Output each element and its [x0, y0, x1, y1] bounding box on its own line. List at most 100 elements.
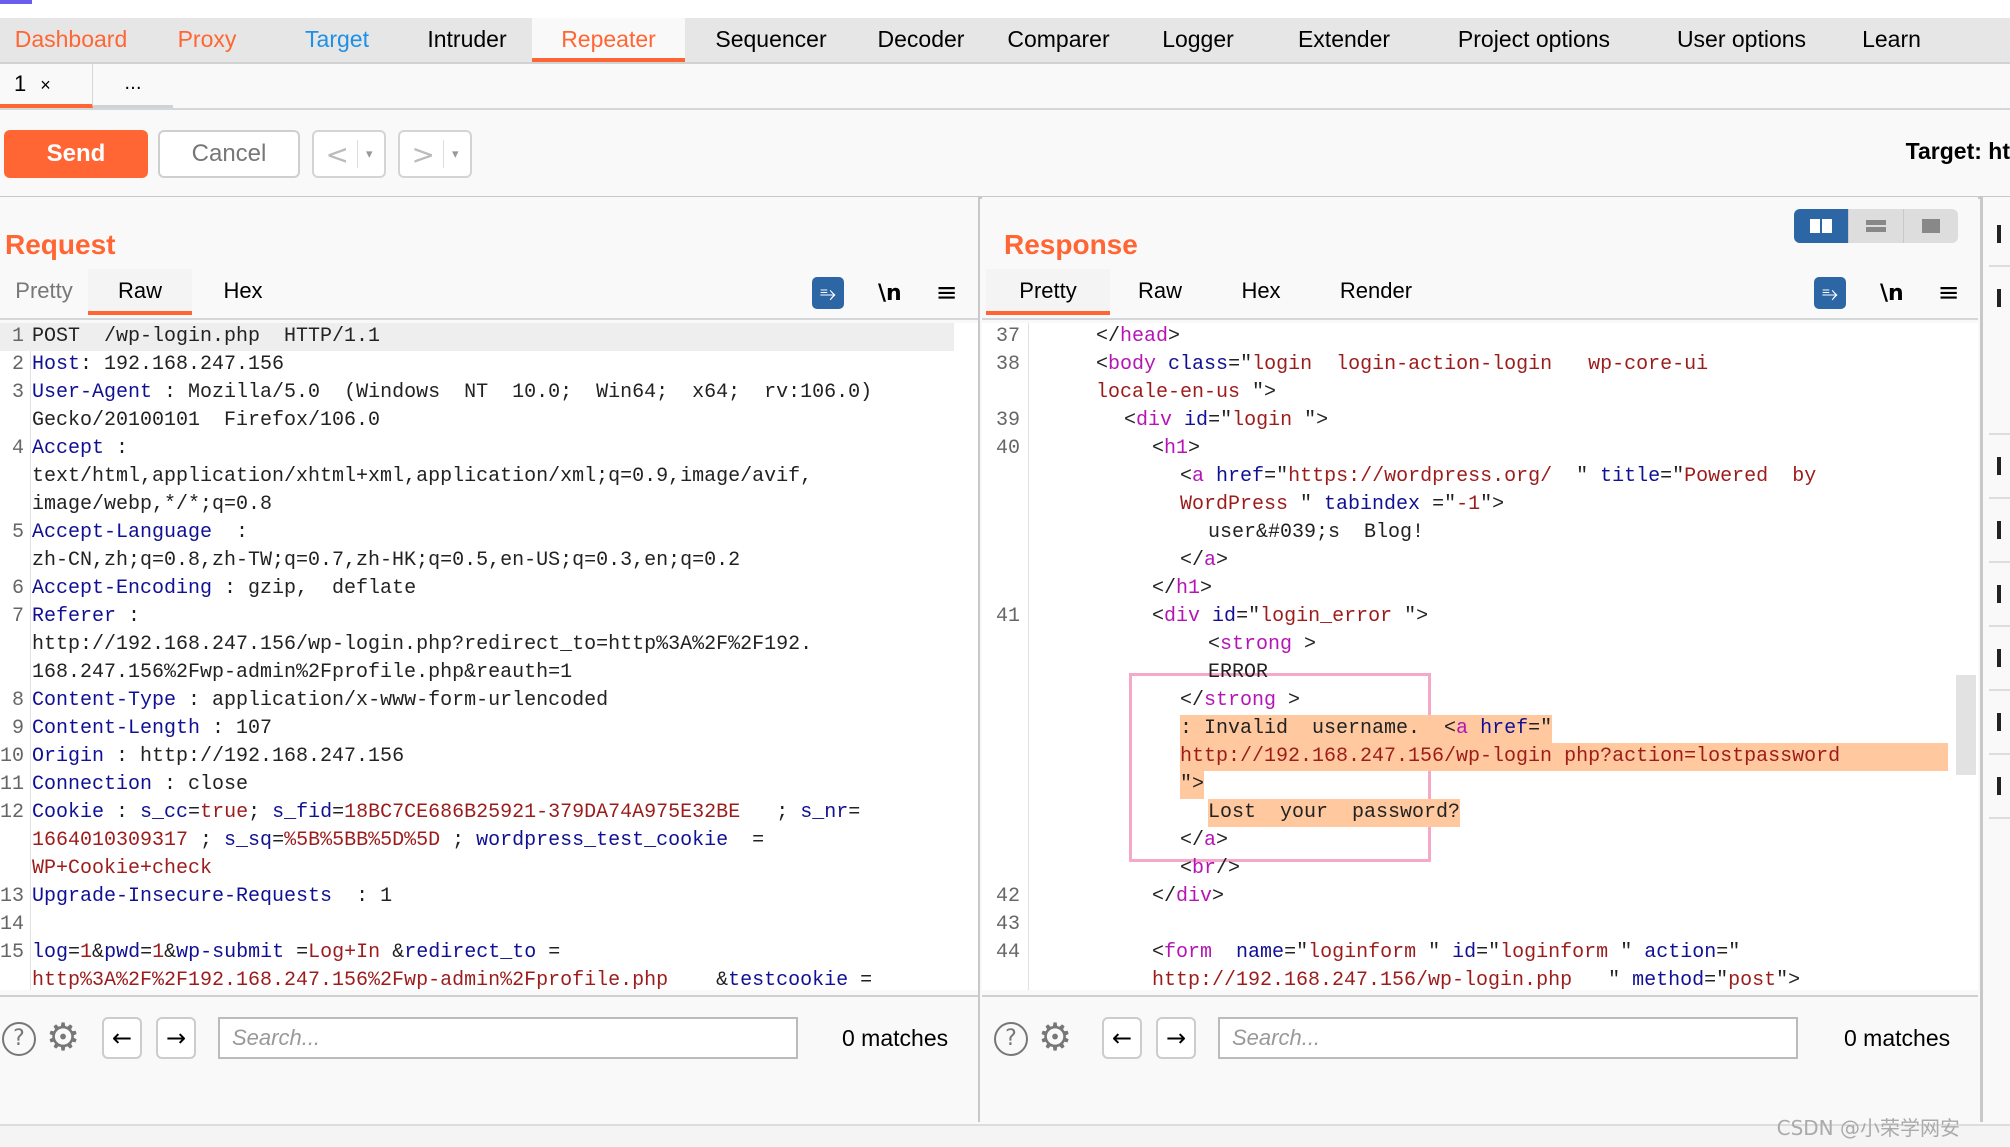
code-text: Referer :	[32, 603, 140, 631]
code-token: id	[1452, 941, 1477, 964]
response-view-tabs: Pretty Raw Hex Render	[986, 269, 1440, 315]
help-icon[interactable]: ?	[994, 1022, 1028, 1056]
menu-icon[interactable]: ≡	[1938, 278, 1960, 308]
target-label[interactable]: Target: ht	[1906, 138, 2010, 165]
gear-icon[interactable]: ⚙	[1038, 1017, 1072, 1057]
tab-user-options[interactable]: User options	[1644, 18, 1839, 62]
search-previous-button[interactable]: ←	[1102, 1017, 1142, 1059]
gear-icon[interactable]: ⚙	[46, 1017, 80, 1057]
tab-learn[interactable]: Learn	[1839, 18, 1944, 62]
arrow-right-icon: →	[1165, 1024, 1187, 1052]
search-next-button[interactable]: →	[1156, 1017, 1196, 1059]
tab-project-options[interactable]: Project options	[1424, 18, 1644, 62]
new-tab-button[interactable]: ...	[93, 64, 173, 108]
code-line: ERROR	[982, 659, 1978, 687]
chevron-down-icon[interactable]: ▾	[366, 147, 373, 162]
tab-repeater[interactable]: Repeater	[532, 18, 685, 62]
status-bar	[0, 1124, 2010, 1147]
code-token: >	[1212, 885, 1225, 908]
close-icon[interactable]: ×	[40, 75, 51, 95]
tab-target[interactable]: Target	[272, 18, 402, 62]
code-token: method	[1632, 969, 1705, 990]
tab-proxy[interactable]: Proxy	[142, 18, 272, 62]
code-token: </	[1096, 325, 1121, 348]
response-tab-raw[interactable]: Raw	[1110, 269, 1210, 315]
code-token: href	[1480, 717, 1529, 740]
code-text: WordPress " tabindex ="-1">	[1180, 491, 1504, 519]
request-tab-hex[interactable]: Hex	[192, 269, 294, 315]
code-token: <	[1180, 857, 1193, 880]
code-text: log=1&pwd=1&wp-submit =Log+In &redirect_…	[32, 939, 560, 967]
inspector-section[interactable]	[1989, 435, 2010, 499]
tab-intruder[interactable]: Intruder	[402, 18, 532, 62]
code-text: ERROR	[1208, 659, 1268, 687]
chevron-down-icon[interactable]: ▾	[452, 147, 459, 162]
code-line: 39 <div id="login ">	[982, 407, 1978, 435]
code-token: wordpress_test_cookie	[476, 829, 729, 852]
code-token: &	[668, 969, 729, 990]
inspector-section[interactable]	[1989, 563, 2010, 627]
history-forward-button[interactable]: > ▾	[398, 130, 472, 178]
send-button[interactable]: Send	[4, 130, 148, 178]
word-wrap-icon[interactable]: ⥱	[812, 277, 844, 309]
show-newlines-button[interactable]: \n	[878, 281, 902, 306]
cancel-button[interactable]: Cancel	[158, 130, 300, 178]
inspector-section[interactable]	[1989, 627, 2010, 691]
inspector-section[interactable]	[1989, 203, 2010, 267]
help-icon[interactable]: ?	[2, 1022, 36, 1056]
word-wrap-icon[interactable]: ⥱	[1814, 277, 1846, 309]
code-token: ">	[1292, 409, 1329, 432]
code-token: &	[92, 941, 105, 964]
repeater-toolbar: Send Cancel < ▾ > ▾ Target: ht	[0, 110, 2010, 199]
code-token: http://192.168.247.156/wp-login.php?redi…	[32, 633, 813, 656]
response-search-input[interactable]	[1218, 1017, 1798, 1059]
code-line: zh-CN,zh;q=0.8,zh-TW;q=0.7,zh-HK;q=0.5,e…	[0, 547, 978, 575]
code-token: ;	[188, 829, 225, 852]
inspector-section[interactable]	[1989, 499, 2010, 563]
response-tab-hex[interactable]: Hex	[1210, 269, 1312, 315]
code-token: http://192.168.247.156/wp-login.php	[1152, 969, 1573, 990]
tab-logger[interactable]: Logger	[1132, 18, 1264, 62]
code-token: title	[1600, 465, 1661, 488]
repeater-tab-1[interactable]: 1 ×	[0, 64, 93, 108]
request-tab-pretty[interactable]: Pretty	[0, 269, 88, 315]
response-editor[interactable]: 37 </head> 38 <body class="login login-acti…	[982, 323, 1978, 990]
inspector-section[interactable]	[1989, 755, 2010, 819]
search-previous-button[interactable]: ←	[102, 1017, 142, 1059]
menu-icon[interactable]: ≡	[936, 278, 958, 308]
tab-dashboard[interactable]: Dashboard	[0, 18, 142, 62]
inspector-section[interactable]	[1989, 267, 2010, 435]
tab-extender[interactable]: Extender	[1264, 18, 1424, 62]
layout-split-vertical-button[interactable]	[1849, 209, 1904, 243]
code-token: br	[1192, 857, 1217, 880]
code-token: login_error	[1260, 605, 1393, 628]
history-back-button[interactable]: < ▾	[312, 130, 386, 178]
request-editor[interactable]: 1 POST /wp-login.php HTTP/1.1 2 Host: 192.1…	[0, 323, 978, 990]
code-line: 10 Origin : http://192.168.247.156	[0, 743, 978, 771]
tab-sequencer[interactable]: Sequencer	[685, 18, 857, 62]
inspector-sidebar	[1980, 197, 2010, 1122]
code-text: : Invalid username. <a href="	[1180, 715, 1553, 743]
tab-comparer[interactable]: Comparer	[985, 18, 1132, 62]
request-tab-raw[interactable]: Raw	[88, 269, 192, 315]
request-search-input[interactable]	[218, 1017, 798, 1059]
code-token: a	[1204, 829, 1217, 852]
code-token: h1	[1164, 437, 1189, 460]
inspector-section[interactable]	[1989, 691, 2010, 755]
tab-decoder[interactable]: Decoder	[857, 18, 985, 62]
code-token: Gecko/20100101 Firefox/106.0	[32, 409, 381, 432]
repeater-subtab-bar: 1 × ...	[0, 64, 2010, 110]
layout-single-button[interactable]	[1904, 209, 1958, 243]
response-tab-render[interactable]: Render	[1312, 269, 1440, 315]
code-token: :	[212, 521, 249, 544]
code-token: login	[1232, 409, 1293, 432]
line-number: 40	[995, 437, 1020, 460]
line-number: 7	[11, 605, 24, 628]
search-next-button[interactable]: →	[156, 1017, 196, 1059]
code-line: 7 Referer :	[0, 603, 978, 631]
code-token: Log+In	[308, 941, 381, 964]
layout-split-horizontal-button[interactable]	[1794, 209, 1849, 243]
show-newlines-button[interactable]: \n	[1880, 281, 1904, 306]
line-number: 44	[995, 941, 1020, 964]
response-tab-pretty[interactable]: Pretty	[986, 269, 1110, 315]
